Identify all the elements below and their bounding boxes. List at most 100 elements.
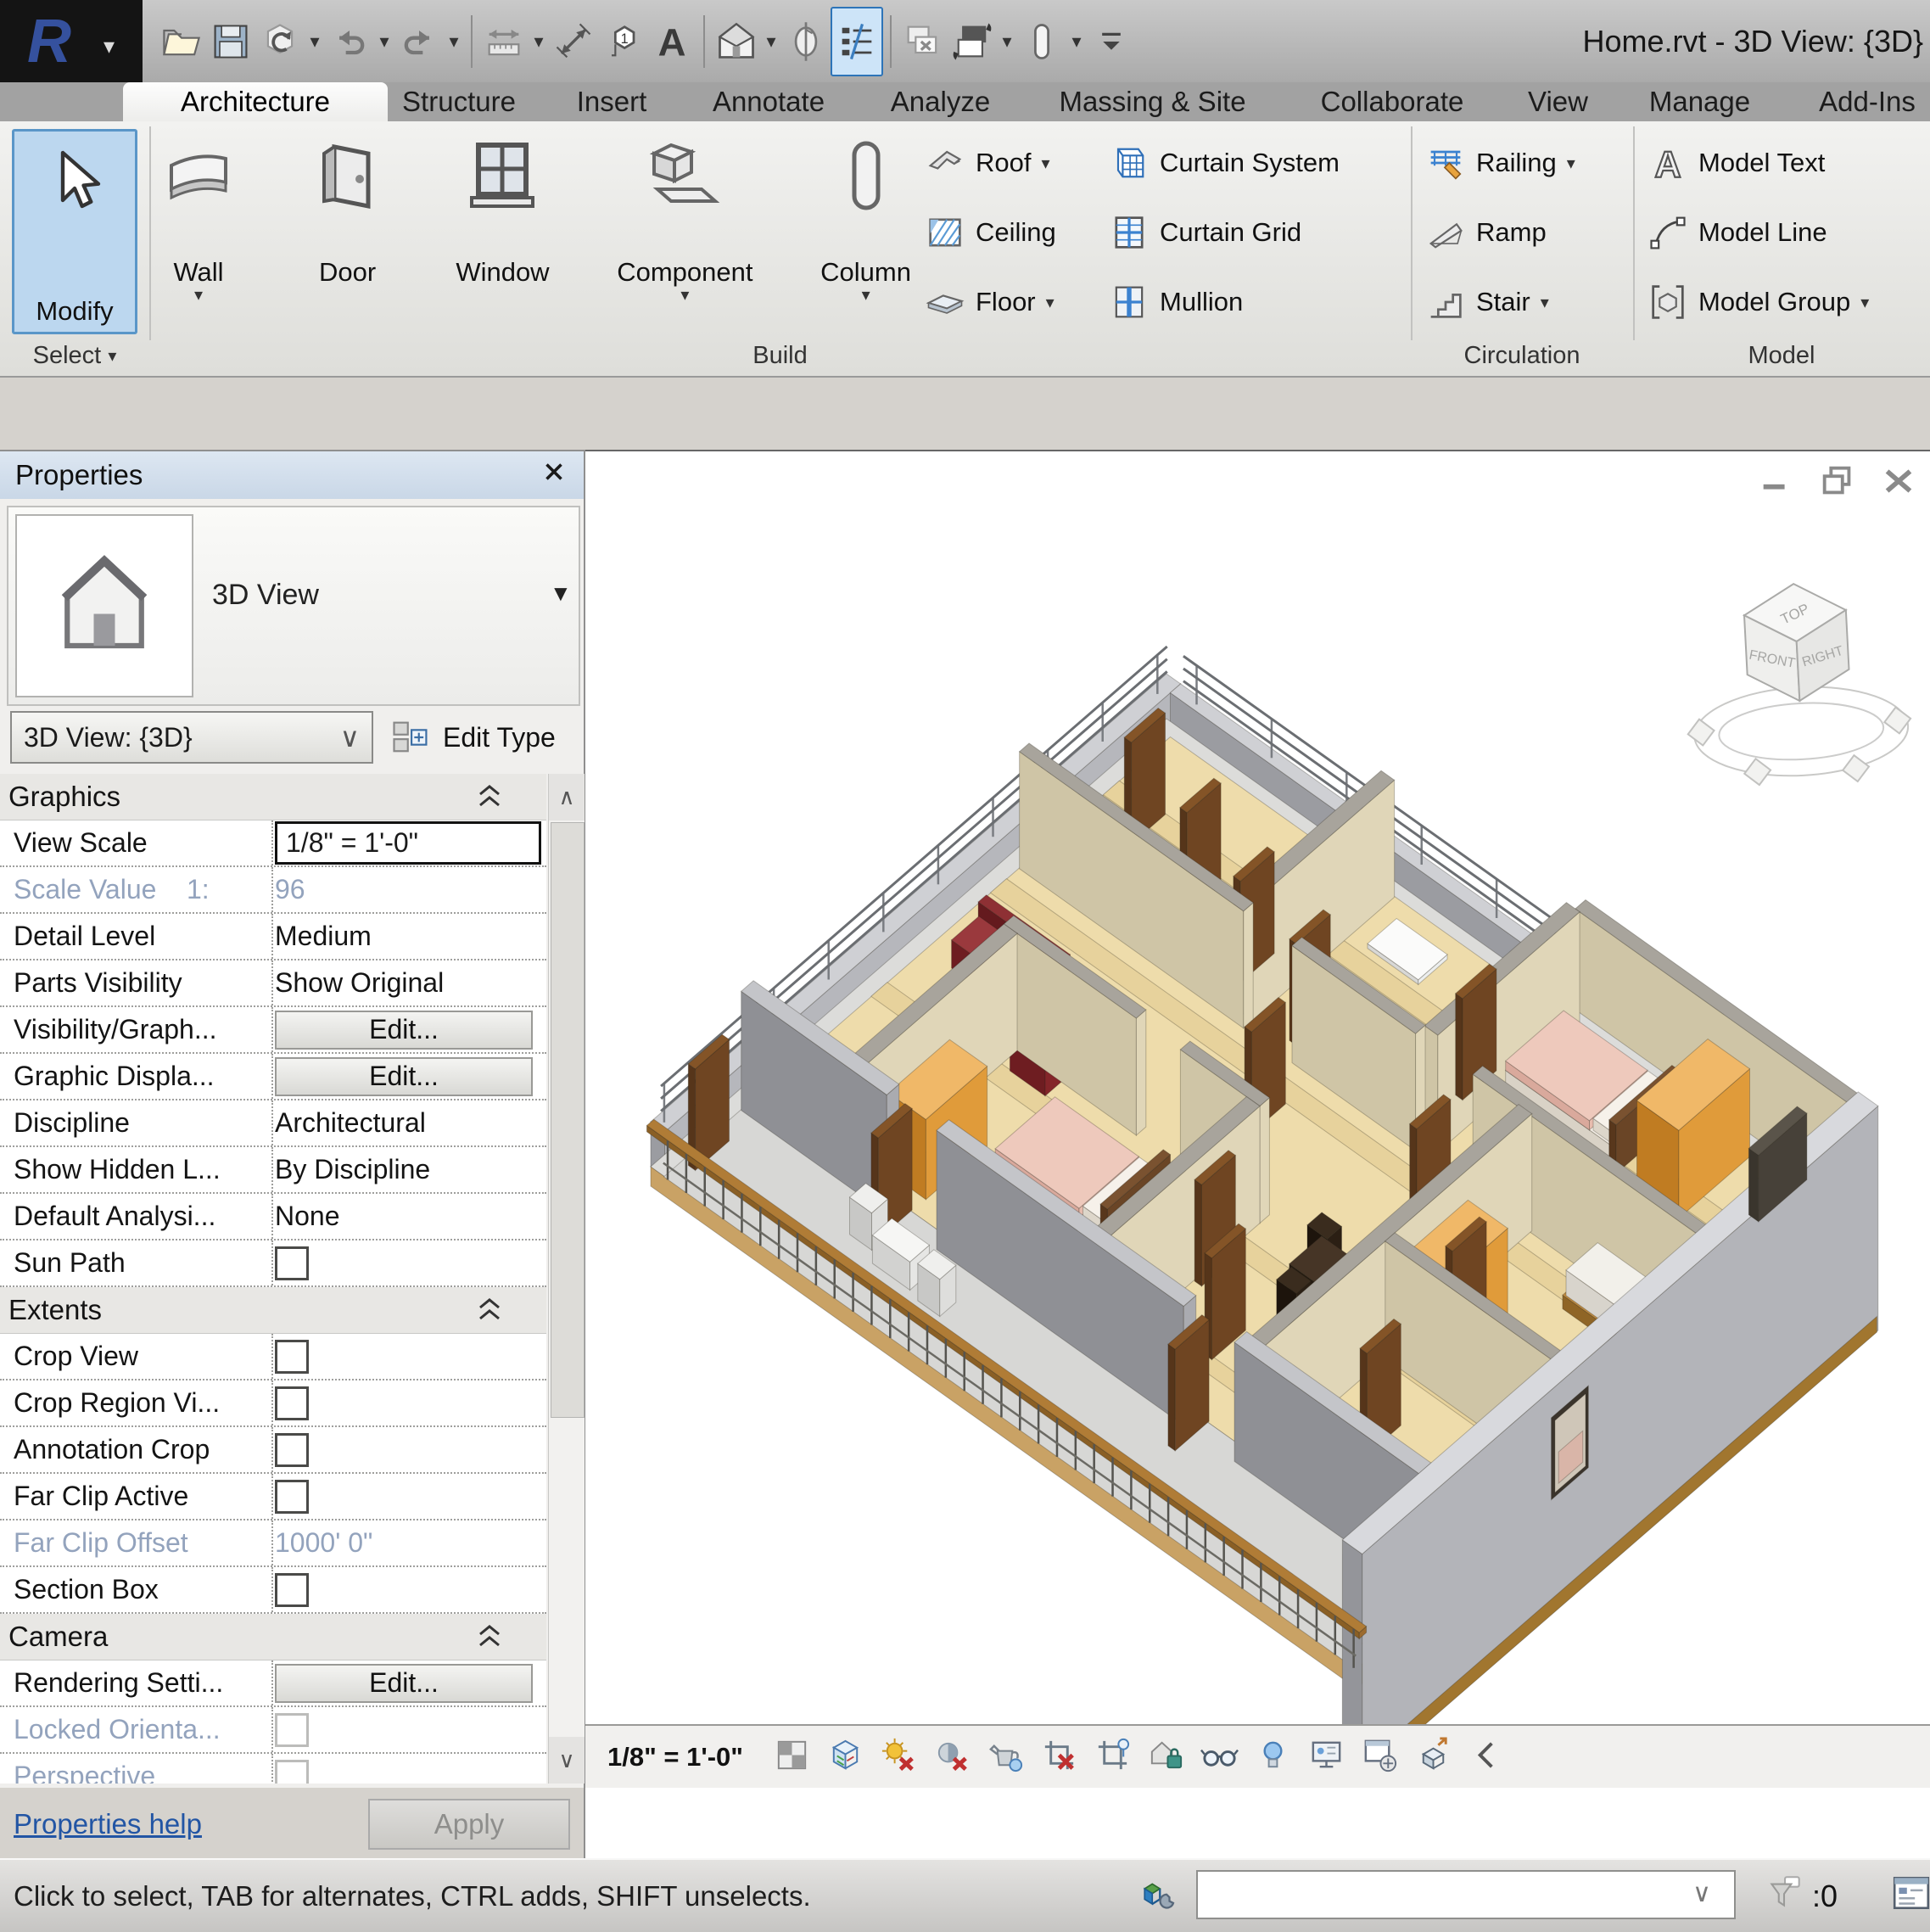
restore-icon[interactable] bbox=[1818, 462, 1857, 501]
tab-architecture[interactable]: Architecture bbox=[123, 82, 388, 121]
collapse-section-icon[interactable] bbox=[477, 782, 502, 815]
redo-button[interactable] bbox=[394, 8, 444, 75]
revit-application-button[interactable]: R▾ bbox=[0, 0, 143, 82]
close-icon[interactable] bbox=[540, 457, 568, 493]
default-3d-view-button[interactable] bbox=[712, 8, 761, 75]
worksets-icon[interactable] bbox=[1135, 1873, 1181, 1919]
scroll-down-icon[interactable]: ∨ bbox=[549, 1737, 585, 1784]
viewcube[interactable]: TOP FRONT RIGHT bbox=[1675, 552, 1922, 806]
dropdown-icon[interactable]: ▾ bbox=[305, 31, 325, 53]
measure-button[interactable] bbox=[479, 8, 529, 75]
curtain-system-button[interactable]: Curtain System bbox=[1107, 128, 1340, 198]
wall-button[interactable]: Wall▾ bbox=[158, 126, 239, 339]
type-selector[interactable]: 3D View: {3D}∨ bbox=[10, 711, 373, 764]
column-button[interactable]: Column▾ bbox=[820, 126, 911, 339]
text-button[interactable]: A bbox=[647, 8, 696, 75]
property-row-rendering-setti[interactable]: Rendering Setti...Edit... bbox=[0, 1660, 546, 1707]
sync-button[interactable] bbox=[255, 8, 305, 75]
locked-view-button[interactable] bbox=[1146, 1735, 1186, 1779]
stair-button[interactable]: Stair▾ bbox=[1424, 267, 1575, 337]
dropdown-icon[interactable]: ▾ bbox=[374, 31, 394, 53]
apply-button[interactable]: Apply bbox=[368, 1799, 570, 1850]
curtain-grid-button[interactable]: Curtain Grid bbox=[1107, 198, 1340, 267]
scroll-up-icon[interactable]: ∧ bbox=[549, 774, 585, 820]
tab-annotate[interactable]: Annotate bbox=[670, 82, 867, 121]
property-row-visibility-graph[interactable]: Visibility/Graph...Edit... bbox=[0, 1007, 546, 1054]
open-file-button[interactable] bbox=[157, 8, 206, 75]
checkbox[interactable] bbox=[275, 1246, 309, 1280]
section-header-extents[interactable]: Extents bbox=[0, 1287, 546, 1334]
checkbox[interactable] bbox=[275, 1573, 309, 1607]
model-line-button[interactable]: Model Line bbox=[1646, 198, 1869, 267]
mullion-button[interactable]: Mullion bbox=[1107, 267, 1340, 337]
reveal-hidden-button[interactable] bbox=[1253, 1735, 1293, 1779]
displacement-button[interactable] bbox=[1413, 1735, 1453, 1779]
tab-massing-site[interactable]: Massing & Site bbox=[1014, 82, 1291, 121]
tab-manage[interactable]: Manage bbox=[1608, 82, 1792, 121]
property-row-view-scale[interactable]: View Scale1/8" = 1'-0" bbox=[0, 820, 546, 867]
detail-level-button[interactable] bbox=[772, 1735, 812, 1779]
property-row-locked-orienta[interactable]: Locked Orienta... bbox=[0, 1707, 546, 1754]
property-row-crop-region-vi[interactable]: Crop Region Vi... bbox=[0, 1380, 546, 1427]
properties-toggle-icon[interactable] bbox=[1890, 1872, 1930, 1914]
column-button[interactable] bbox=[1017, 8, 1066, 75]
property-row-show-hidden-l[interactable]: Show Hidden L...By Discipline bbox=[0, 1147, 546, 1194]
property-row-detail-level[interactable]: Detail LevelMedium bbox=[0, 914, 546, 960]
view-scale-control[interactable]: 1/8" = 1'-0" bbox=[607, 1742, 743, 1772]
door-button[interactable]: Door bbox=[307, 126, 389, 339]
tab-view[interactable]: View bbox=[1491, 82, 1625, 121]
build-panel-label[interactable]: Build bbox=[149, 339, 1411, 372]
visual-style-button[interactable] bbox=[825, 1735, 865, 1779]
worksharing-display-button[interactable] bbox=[1306, 1735, 1346, 1779]
checkbox[interactable] bbox=[275, 1480, 309, 1514]
rendering-dialog-button[interactable] bbox=[986, 1735, 1026, 1779]
floor-button[interactable]: Floor▾ bbox=[923, 267, 1056, 337]
undo-button[interactable] bbox=[325, 8, 374, 75]
property-row-graphic-displa[interactable]: Graphic Displa...Edit... bbox=[0, 1054, 546, 1100]
drawing-area[interactable]: TOP FRONT RIGHT 1/8" = 1'-0" bbox=[585, 450, 1930, 1860]
properties-scrollbar[interactable]: ∧ ∨ bbox=[548, 774, 585, 1784]
property-row-section-box[interactable]: Section Box bbox=[0, 1567, 546, 1614]
collapse-button[interactable] bbox=[1467, 1735, 1507, 1779]
dropdown-icon[interactable]: ▾ bbox=[761, 31, 781, 53]
model-text-button[interactable]: AModel Text bbox=[1646, 128, 1869, 198]
close-view-icon[interactable] bbox=[1879, 462, 1918, 501]
property-row-far-clip-offset[interactable]: Far Clip Offset1000' 0" bbox=[0, 1520, 546, 1567]
tab-structure[interactable]: Structure bbox=[361, 82, 557, 121]
tab-insert[interactable]: Insert bbox=[534, 82, 689, 121]
shadows-button[interactable] bbox=[932, 1735, 972, 1779]
combo-chevron-icon[interactable]: ∨ bbox=[1692, 1879, 1711, 1908]
dropdown-icon[interactable]: ▾ bbox=[529, 31, 549, 53]
switch-windows-button[interactable] bbox=[948, 8, 997, 75]
tag-button[interactable]: 1 bbox=[598, 8, 647, 75]
crop-view-button[interactable] bbox=[1039, 1735, 1079, 1779]
temporary-hide-isolate-button[interactable] bbox=[1200, 1735, 1239, 1779]
close-hidden-windows-button[interactable] bbox=[898, 8, 948, 75]
edit-button[interactable]: Edit... bbox=[275, 1011, 533, 1050]
property-row-perspective[interactable]: Perspective bbox=[0, 1754, 546, 1784]
properties-help-link[interactable]: Properties help bbox=[14, 1808, 202, 1840]
collapse-section-icon[interactable] bbox=[477, 1296, 502, 1329]
section-header-graphics[interactable]: Graphics bbox=[0, 774, 546, 820]
tab-collaborate[interactable]: Collaborate bbox=[1277, 82, 1508, 121]
ramp-button[interactable]: Ramp bbox=[1424, 198, 1575, 267]
collapse-section-icon[interactable] bbox=[477, 1622, 502, 1655]
property-row-crop-view[interactable]: Crop View bbox=[0, 1334, 546, 1380]
dropdown-icon[interactable]: ▾ bbox=[1066, 31, 1087, 53]
properties-title-bar[interactable]: Properties bbox=[0, 451, 584, 499]
scrollbar-thumb[interactable] bbox=[551, 822, 585, 1418]
minimize-icon[interactable] bbox=[1757, 462, 1796, 501]
select-panel-label[interactable]: Select ▾ bbox=[0, 339, 149, 372]
window-button[interactable]: Window bbox=[456, 126, 549, 339]
temporary-view-properties-button[interactable] bbox=[1360, 1735, 1400, 1779]
property-row-parts-visibility[interactable]: Parts VisibilityShow Original bbox=[0, 960, 546, 1007]
model-panel-label[interactable]: Model bbox=[1633, 339, 1930, 372]
design-options-combo[interactable] bbox=[1196, 1870, 1736, 1919]
view-scale-value[interactable]: 1/8" = 1'-0" bbox=[275, 821, 541, 865]
modify-button[interactable]: Modify bbox=[12, 129, 137, 334]
railing-button[interactable]: Railing▾ bbox=[1424, 128, 1575, 198]
dropdown-icon[interactable]: ▾ bbox=[444, 31, 464, 53]
checkbox[interactable] bbox=[275, 1433, 309, 1467]
type-dropdown-icon[interactable]: ▼ bbox=[550, 580, 572, 607]
section-button[interactable] bbox=[781, 8, 831, 75]
